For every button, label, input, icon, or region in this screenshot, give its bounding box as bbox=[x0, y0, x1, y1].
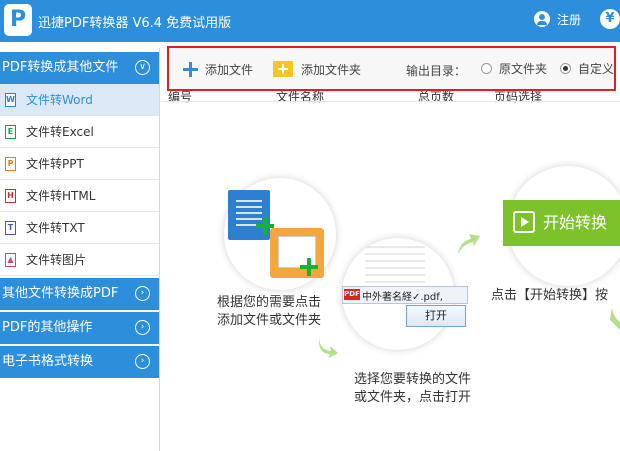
purchase-icon[interactable]: ¥ bbox=[600, 9, 620, 29]
sidebar-section-label: PDF转换成其他文件 bbox=[2, 60, 119, 75]
sidebar-item-label: 文件转PPT bbox=[26, 157, 84, 171]
excel-file-icon: E bbox=[5, 124, 16, 139]
sidebar-item-ppt[interactable]: P 文件转PPT bbox=[0, 148, 159, 180]
arrow-up-right-icon bbox=[458, 234, 480, 254]
radio-icon bbox=[481, 63, 492, 74]
guide-step2-line1: 选择您要转换的文件 bbox=[354, 372, 472, 387]
sidebar-section-label: 其他文件转换成PDF bbox=[2, 286, 119, 301]
dialog-file-list bbox=[365, 246, 425, 286]
toolbar: 添加文件 添加文件夹 输出目录： 原文件夹 自定义 bbox=[167, 46, 616, 91]
add-folder-button[interactable]: 添加文件夹 bbox=[273, 58, 361, 80]
sidebar-item-html[interactable]: H 文件转HTML bbox=[0, 180, 159, 212]
chevron-right-icon: › bbox=[135, 354, 150, 369]
sidebar-section-label: 电子书格式转换 bbox=[2, 354, 94, 369]
sidebar-item-label: 文件转HTML bbox=[26, 189, 96, 203]
sidebar: PDF转换成其他文件 ∨ W 文件转Word E 文件转Excel P 文件转P… bbox=[0, 48, 160, 451]
radio-label: 原文件夹 bbox=[499, 62, 548, 76]
register-button[interactable]: 注册 bbox=[534, 9, 581, 29]
image-file-icon: ▲ bbox=[5, 252, 16, 267]
arrow-down-right-icon bbox=[318, 338, 338, 358]
guide-step1-line2: 添加文件或文件夹 bbox=[217, 313, 322, 328]
sidebar-section-pdf-to-other[interactable]: PDF转换成其他文件 ∨ bbox=[0, 52, 159, 84]
sidebar-section-ebook[interactable]: 电子书格式转换 › bbox=[0, 346, 159, 378]
chevron-down-icon: ∨ bbox=[135, 60, 150, 75]
sidebar-section-label: PDF的其他操作 bbox=[2, 320, 93, 335]
sidebar-item-image[interactable]: ▲ 文件转图片 bbox=[0, 244, 159, 276]
folder-plus-icon bbox=[273, 61, 293, 77]
radio-label: 自定义 bbox=[578, 62, 615, 76]
guide-step1-line1: 根据您的需要点击 bbox=[217, 295, 322, 310]
arrow-down-icon bbox=[610, 308, 620, 330]
sidebar-item-label: 文件转TXT bbox=[26, 221, 85, 235]
add-file-label: 添加文件 bbox=[205, 62, 254, 77]
sidebar-item-label: 文件转Word bbox=[26, 93, 93, 107]
output-custom-radio[interactable]: 自定义 bbox=[560, 60, 614, 77]
header-divider bbox=[161, 101, 620, 102]
sidebar-item-excel[interactable]: E 文件转Excel bbox=[0, 116, 159, 148]
guide-step2-line2: 或文件夹，点击打开 bbox=[354, 390, 472, 405]
sidebar-section-pdf-other-ops[interactable]: PDF的其他操作 › bbox=[0, 312, 159, 344]
ppt-file-icon: P bbox=[5, 156, 16, 171]
plus-icon bbox=[182, 61, 199, 78]
sidebar-item-label: 文件转Excel bbox=[26, 125, 94, 139]
sidebar-item-txt[interactable]: T 文件转TXT bbox=[0, 212, 159, 244]
pdf-file-icon: PDF bbox=[344, 289, 360, 300]
word-file-icon: W bbox=[5, 92, 16, 107]
chevron-right-icon: › bbox=[135, 320, 150, 335]
add-folder-label: 添加文件夹 bbox=[301, 62, 362, 77]
dialog-open-button: 打开 bbox=[406, 305, 466, 327]
sidebar-item-label: 文件转图片 bbox=[26, 253, 87, 267]
radio-checked-icon bbox=[560, 63, 571, 74]
html-file-icon: H bbox=[5, 188, 16, 203]
output-original-folder-radio[interactable]: 原文件夹 bbox=[481, 60, 547, 77]
start-convert-label: 开始转换 bbox=[543, 213, 608, 232]
column-header-number[interactable]: 编号 bbox=[168, 88, 192, 105]
guide-step3-text: 点击【开始转换】按 bbox=[491, 288, 609, 303]
user-icon bbox=[534, 11, 550, 27]
sidebar-item-word[interactable]: W 文件转Word bbox=[0, 84, 159, 116]
dialog-filename-text: 中外著名経✓.pdf, bbox=[362, 292, 443, 303]
play-icon bbox=[513, 211, 535, 233]
output-directory-label: 输出目录： bbox=[406, 64, 467, 78]
column-header-page-select[interactable]: 页码选择 bbox=[494, 88, 542, 105]
column-header-filename[interactable]: 文件名称 bbox=[276, 88, 324, 105]
app-title: 迅捷PDF转换器 V6.4 免费试用版 bbox=[38, 16, 232, 31]
chevron-right-icon: › bbox=[135, 286, 150, 301]
txt-file-icon: T bbox=[5, 220, 16, 235]
green-plus-icon bbox=[300, 258, 318, 276]
sidebar-section-other-to-pdf[interactable]: 其他文件转换成PDF › bbox=[0, 278, 159, 310]
add-file-button[interactable]: 添加文件 bbox=[182, 58, 253, 80]
register-label: 注册 bbox=[557, 12, 582, 27]
title-bar: P 迅捷PDF转换器 V6.4 免费试用版 注册 ¥ bbox=[0, 0, 620, 42]
app-logo-icon: P bbox=[4, 4, 32, 36]
column-header-page-count[interactable]: 总页数 bbox=[418, 88, 454, 105]
guide-start-convert-illustration: 开始转换 bbox=[503, 200, 620, 246]
